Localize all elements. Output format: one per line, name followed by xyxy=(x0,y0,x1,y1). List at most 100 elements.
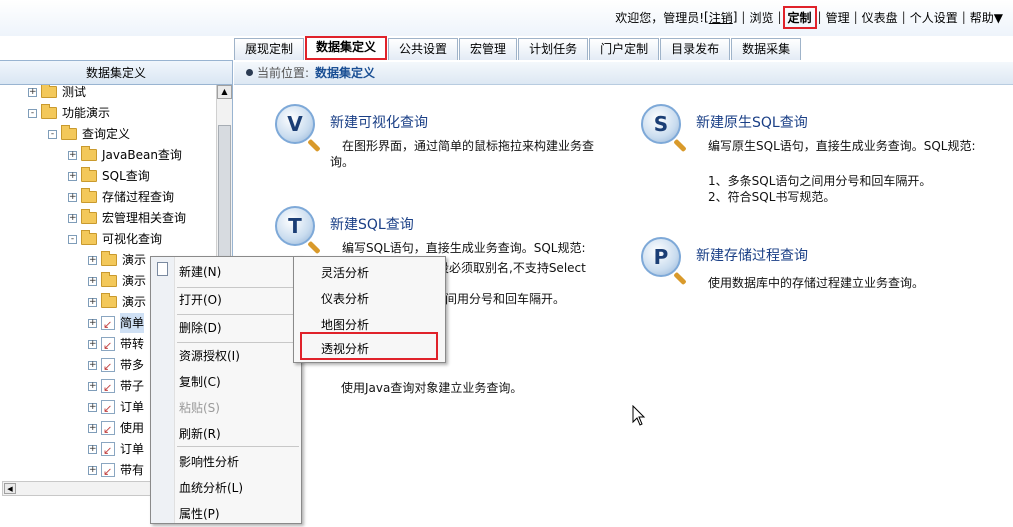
tree-item-label: JavaBean查询 xyxy=(102,148,182,162)
menu-item-new[interactable]: 新建(N) xyxy=(179,262,221,282)
folder-icon xyxy=(101,272,117,287)
tree-item-label: 带子 xyxy=(120,379,145,393)
tree-item-label: 简单 xyxy=(120,313,145,333)
tree-item[interactable]: + 宏管理相关查询 xyxy=(68,208,186,228)
sql-query-icon[interactable]: T xyxy=(275,206,315,246)
tab-catalog-publish[interactable]: 目录发布 xyxy=(660,38,731,60)
native-sql-icon[interactable]: S xyxy=(641,104,681,144)
tree-item-label: 测试 xyxy=(62,85,87,99)
scroll-left-arrow-icon[interactable]: ◀ xyxy=(4,483,16,494)
context-menu: 新建(N) 打开(O) 删除(D) 资源授权(I) 复制(C) 粘贴(S) 刷新… xyxy=(150,256,302,524)
collapse-icon[interactable]: - xyxy=(48,129,57,139)
tree-item-label: SQL查询 xyxy=(102,169,150,183)
tab-scheduled-tasks[interactable]: 计划任务 xyxy=(518,38,589,60)
card-description-line: 字段必须取别名,不支持Select xyxy=(425,261,586,275)
tree-item[interactable]: + 演示 xyxy=(88,292,146,312)
tree-item[interactable]: - 可视化查询 xyxy=(68,229,162,249)
folder-icon xyxy=(81,230,97,245)
tab-data-collection[interactable]: 数据采集 xyxy=(731,38,802,60)
tree-item-label: 宏管理相关查询 xyxy=(102,211,187,225)
expand-icon[interactable]: + xyxy=(68,171,77,181)
tree-item[interactable]: + JavaBean查询 xyxy=(68,145,182,165)
report-icon xyxy=(101,462,115,480)
submenu-item-flexible-analysis[interactable]: 灵活分析 xyxy=(321,262,369,284)
expand-icon[interactable]: + xyxy=(28,87,37,97)
tree-item[interactable]: + 带多 xyxy=(88,355,144,377)
expand-icon[interactable]: + xyxy=(88,339,97,349)
tree-item[interactable]: + 带转 xyxy=(88,334,144,356)
tab-dataset-definition[interactable]: 数据集定义 xyxy=(305,36,388,60)
tree-item-label: 订单 xyxy=(120,442,145,456)
expand-icon[interactable]: + xyxy=(88,297,97,307)
expand-icon[interactable]: + xyxy=(88,402,97,412)
folder-icon xyxy=(101,251,117,266)
tree-item[interactable]: + 存储过程查询 xyxy=(68,187,174,207)
tree-item[interactable]: + 订单 xyxy=(88,397,144,419)
separator: | xyxy=(777,10,782,24)
tree-item[interactable]: - 查询定义 xyxy=(48,124,130,144)
expand-icon[interactable]: + xyxy=(88,276,97,286)
expand-icon[interactable]: + xyxy=(88,381,97,391)
new-visual-query-link[interactable]: 新建可视化查询 xyxy=(330,112,428,132)
report-icon xyxy=(101,336,115,356)
menu-item-properties[interactable]: 属性(P) xyxy=(179,504,220,524)
tree-item[interactable]: + 订单 xyxy=(88,439,145,461)
collapse-icon[interactable]: - xyxy=(68,234,77,244)
report-icon xyxy=(101,357,115,377)
submenu-item-pivot-analysis[interactable]: 透视分析 xyxy=(321,338,369,360)
tree-item[interactable]: + 带子 xyxy=(88,376,145,398)
help-menu[interactable]: 帮助▼ xyxy=(970,9,1003,26)
expand-icon[interactable]: + xyxy=(88,255,97,265)
new-native-sql-query-link[interactable]: 新建原生SQL查询 xyxy=(696,112,808,132)
tree-item[interactable]: + 演示 xyxy=(88,271,146,291)
expand-icon[interactable]: + xyxy=(68,213,77,223)
tree-item[interactable]: + 带有 xyxy=(88,460,144,480)
expand-icon[interactable]: + xyxy=(88,465,97,475)
menu-item-refresh[interactable]: 刷新(R) xyxy=(179,424,221,444)
menu-item-impact-analysis[interactable]: 影响性分析 xyxy=(179,452,239,472)
folder-icon xyxy=(41,104,57,119)
report-icon xyxy=(101,378,115,398)
card-description: 编写SQL语句，直接生成业务查询。SQL规范: xyxy=(342,241,586,255)
user-bar: 欢迎您，管理员! [ 注销 ] | 浏览 | 定制 | 管理 | 仪表盘 | 个… xyxy=(615,5,1003,29)
expand-icon[interactable]: + xyxy=(88,444,97,454)
expand-icon[interactable]: + xyxy=(88,318,97,328)
bullet-icon xyxy=(246,69,253,76)
expand-icon[interactable]: + xyxy=(88,360,97,370)
new-stored-procedure-query-link[interactable]: 新建存储过程查询 xyxy=(696,245,808,265)
tab-portal-custom[interactable]: 门户定制 xyxy=(589,38,660,60)
menu-item-open[interactable]: 打开(O) xyxy=(179,290,222,310)
tree-item[interactable]: + SQL查询 xyxy=(68,166,150,186)
menu-item-copy[interactable]: 复制(C) xyxy=(179,372,221,392)
report-icon xyxy=(101,315,115,335)
separator: | xyxy=(961,10,966,24)
tab-presentation-custom[interactable]: 展现定制 xyxy=(234,38,305,60)
expand-icon[interactable]: + xyxy=(88,423,97,433)
new-sql-query-link[interactable]: 新建SQL查询 xyxy=(330,214,414,234)
nav-personal-settings[interactable]: 个人设置 xyxy=(910,9,958,26)
tab-macro-management[interactable]: 宏管理 xyxy=(459,38,518,60)
folder-icon xyxy=(81,209,97,224)
scroll-thumb[interactable] xyxy=(218,125,231,275)
collapse-icon[interactable]: - xyxy=(28,108,37,118)
nav-dashboard[interactable]: 仪表盘 xyxy=(862,9,898,26)
menu-item-delete[interactable]: 删除(D) xyxy=(179,318,222,338)
stored-procedure-icon[interactable]: P xyxy=(641,237,681,277)
nav-manage[interactable]: 管理 xyxy=(826,9,850,26)
tree-item[interactable]: + 简单 xyxy=(88,313,145,335)
tree-item[interactable]: + 演示 xyxy=(88,250,146,270)
nav-customize[interactable]: 定制 xyxy=(782,5,817,29)
tree-item[interactable]: + 测试 xyxy=(28,85,86,102)
tab-public-settings[interactable]: 公共设置 xyxy=(388,38,459,60)
nav-browse[interactable]: 浏览 xyxy=(749,9,773,26)
submenu-item-dashboard-analysis[interactable]: 仪表分析 xyxy=(321,288,369,310)
expand-icon[interactable]: + xyxy=(68,192,77,202)
expand-icon[interactable]: + xyxy=(68,150,77,160)
logout-link[interactable]: 注销 xyxy=(709,9,733,26)
menu-item-lineage-analysis[interactable]: 血统分析(L) xyxy=(179,478,243,498)
visual-query-icon[interactable]: V xyxy=(275,104,315,144)
scroll-up-arrow-icon[interactable]: ▲ xyxy=(217,85,232,99)
menu-item-resource-authorization[interactable]: 资源授权(I) xyxy=(179,346,240,366)
tree-item[interactable]: - 功能演示 xyxy=(28,103,110,123)
tree-item[interactable]: + 使用 xyxy=(88,418,144,440)
